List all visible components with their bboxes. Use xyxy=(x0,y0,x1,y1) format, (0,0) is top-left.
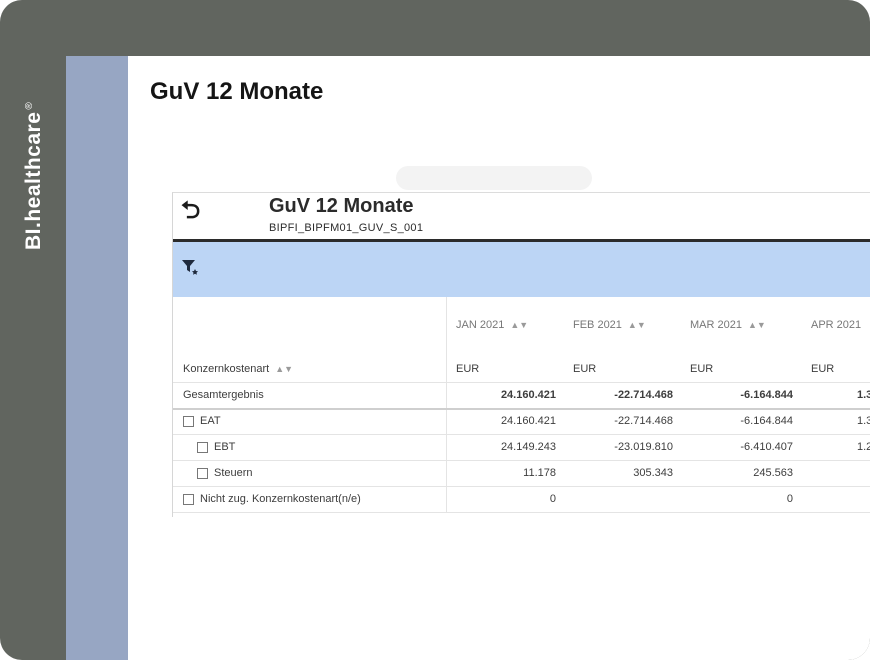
table-row[interactable]: Gesamtergebnis 24.160.421 -22.714.468 -6… xyxy=(173,383,870,410)
unit-row: Konzernkostenart ▲▼ EUR EUR EUR EUR xyxy=(173,357,870,383)
column-header[interactable]: MAR 2021 ▲▼ xyxy=(690,319,766,331)
row-label: Gesamtergebnis xyxy=(183,389,264,401)
cell-value: 24.149.243 xyxy=(500,441,556,453)
unit-label: EUR xyxy=(811,363,835,375)
cell-value: 0 xyxy=(549,493,556,505)
row-label-cell: EAT xyxy=(183,409,221,434)
report-subtitle: BIPFI_BIPFM01_GUV_S_001 xyxy=(269,222,424,234)
report-title: GuV 12 Monate xyxy=(269,195,414,217)
unit-label: EUR xyxy=(573,363,597,375)
cell-value: -23.019.810 xyxy=(614,441,673,453)
cell-value: 245.563 xyxy=(753,467,793,479)
cell-value: 0 xyxy=(786,493,793,505)
row-label-cell: Steuern xyxy=(197,461,253,486)
cell-value: -22.714.468 xyxy=(614,389,673,401)
column-header[interactable]: APR 2021 xyxy=(811,319,861,331)
column-header[interactable]: FEB 2021 ▲▼ xyxy=(573,319,646,331)
table-icon xyxy=(183,493,194,505)
collapse-icon[interactable] xyxy=(183,415,194,427)
table-row[interactable]: EAT 24.160.421 -22.714.468 -6.164.844 1.… xyxy=(173,409,870,435)
cell-value: 1.3 xyxy=(857,415,870,427)
row-label: Nicht zug. Konzernkostenart(n/e) xyxy=(200,493,361,505)
cell-value: 1.2 xyxy=(857,441,870,453)
expand-icon[interactable] xyxy=(197,441,208,453)
row-label: Steuern xyxy=(214,467,253,479)
unit-label: EUR xyxy=(456,363,480,375)
report-screenshot: ⮌ GuV 12 Monate BIPFI_BIPFM01_GUV_S_001 … xyxy=(172,192,870,517)
filter-bar xyxy=(173,242,870,297)
column-header[interactable]: JAN 2021 ▲▼ xyxy=(456,319,528,331)
cell-value: -22.714.468 xyxy=(614,415,673,427)
report-header: ⮌ GuV 12 Monate BIPFI_BIPFM01_GUV_S_001 xyxy=(173,193,870,242)
row-label: EBT xyxy=(214,441,236,453)
sidebar-rail xyxy=(66,56,128,660)
cell-value xyxy=(565,487,673,512)
cell-value: -6.164.844 xyxy=(740,415,793,427)
unit-label: EUR xyxy=(690,363,714,375)
table-row[interactable]: EBT 24.149.243 -23.019.810 -6.410.407 1.… xyxy=(173,435,870,461)
table-row[interactable]: Steuern 11.178 305.343 245.563 xyxy=(173,461,870,487)
cell-value: 24.160.421 xyxy=(500,389,556,401)
back-icon[interactable]: ⮌ xyxy=(181,199,200,223)
cell-value: 305.343 xyxy=(633,467,673,479)
expand-icon[interactable] xyxy=(197,467,208,479)
row-label: EAT xyxy=(200,415,221,427)
row-header[interactable]: Konzernkostenart ▲▼ xyxy=(183,357,293,382)
cell-value: 11.178 xyxy=(523,467,556,479)
table-row[interactable]: Nicht zug. Konzernkostenart(n/e) 0 0 xyxy=(173,487,870,513)
brand-logo: BI.healthcare® xyxy=(22,101,45,250)
cell-value: -6.164.844 xyxy=(740,389,793,401)
content-area: GuV 12 Monate ⮌ GuV 12 Monate BIPFI_BIPF… xyxy=(128,56,870,660)
cell-value: -6.410.407 xyxy=(740,441,793,453)
cell-value: 24.160.421 xyxy=(500,415,556,427)
data-table: JAN 2021 ▲▼ FEB 2021 ▲▼ MAR 2021 ▲▼ APR 202… xyxy=(173,297,870,517)
page-title: GuV 12 Monate xyxy=(150,78,324,105)
filter-icon[interactable] xyxy=(181,258,199,276)
cell-value: 1.3 xyxy=(857,389,870,401)
placeholder-bar xyxy=(396,166,592,190)
app-frame: BI.healthcare® GuV 12 Monate ⮌ GuV 12 Mo… xyxy=(0,0,870,660)
row-label-cell: EBT xyxy=(197,435,235,460)
row-label-cell: Nicht zug. Konzernkostenart(n/e) xyxy=(183,487,361,512)
